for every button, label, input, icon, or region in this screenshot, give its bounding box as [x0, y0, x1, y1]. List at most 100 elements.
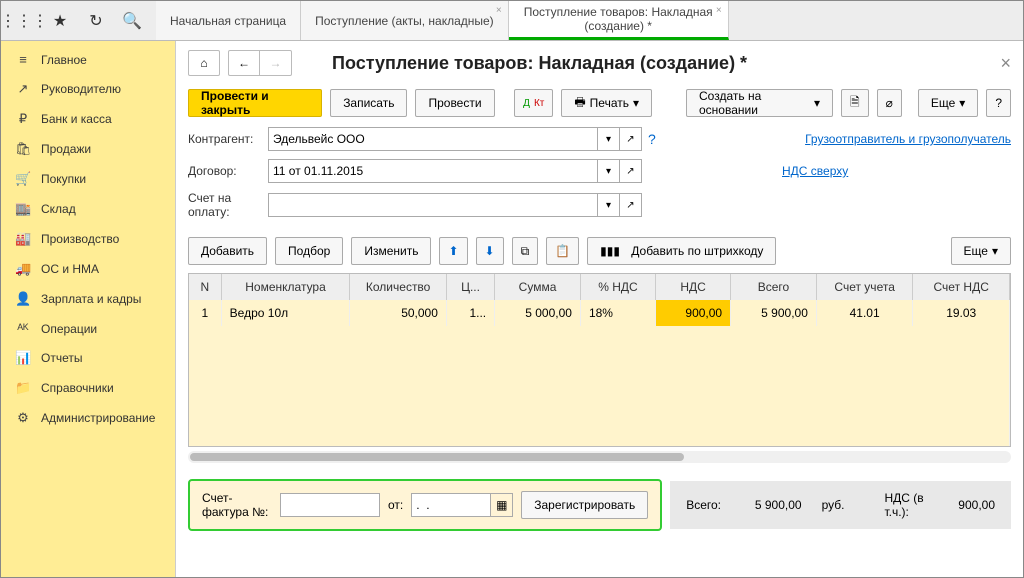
sidebar-item-main[interactable]: ≡Главное — [1, 45, 175, 74]
shipper-link[interactable]: Грузоотправитель и грузополучатель — [805, 132, 1011, 146]
bag-icon: 🛍 — [15, 141, 31, 157]
print-label: Печать — [590, 96, 629, 110]
h-scrollbar[interactable] — [188, 451, 1011, 463]
account-label: Счет на оплату: — [188, 191, 268, 219]
paste-icon: 📋 — [555, 244, 570, 258]
search-icon[interactable]: 🔍 — [123, 12, 141, 30]
arrow-left-icon: ← — [238, 56, 250, 70]
sidebar-item-manager[interactable]: ↗Руководителю — [1, 74, 175, 104]
copy-button[interactable]: ⧉ — [512, 237, 539, 265]
add-row-button[interactable]: Добавить — [188, 237, 267, 265]
counterparty-input[interactable] — [268, 127, 598, 151]
col-price: Ц... — [446, 274, 494, 300]
sidebar-item-assets[interactable]: 🚚ОС и НМА — [1, 254, 175, 284]
cell-qty: 50,000 — [350, 300, 447, 326]
open-button[interactable]: ↗ — [620, 159, 642, 183]
sidebar-item-payroll[interactable]: 👤Зарплата и кадры — [1, 284, 175, 314]
invoice-box: Счет-фактура №: от: ▦ Зарегистрировать — [188, 479, 662, 531]
barcode-icon: ▮▮▮ — [600, 244, 620, 258]
cart-icon: 🛒 — [15, 171, 31, 187]
sidebar-item-bank[interactable]: ₽Банк и касса — [1, 104, 175, 134]
col-acct: Счет учета — [816, 274, 913, 300]
sidebar-item-production[interactable]: 🏭Производство — [1, 224, 175, 254]
movements-button[interactable]: ДКт — [514, 89, 553, 117]
vat-mode-link[interactable]: НДС сверху — [782, 164, 848, 178]
post-and-close-button[interactable]: Провести и закрыть — [188, 89, 322, 117]
close-button[interactable]: × — [1000, 53, 1011, 74]
calendar-button[interactable]: ▦ — [491, 493, 513, 517]
open-button[interactable]: ↗ — [620, 127, 642, 151]
attach-button[interactable]: ⌀ — [877, 89, 902, 117]
open-button[interactable]: ↗ — [620, 193, 642, 217]
select-button[interactable]: Подбор — [275, 237, 343, 265]
dropdown-button[interactable]: ▾ — [598, 127, 620, 151]
help-button[interactable]: ? — [986, 89, 1011, 117]
table-row[interactable]: 1 Ведро 10л 50,000 1... 5 000,00 18% 900… — [189, 300, 1010, 326]
sidebar-label: Производство — [41, 232, 119, 246]
history-icon[interactable]: ↻ — [87, 12, 105, 30]
tab-invoice-create[interactable]: Поступление товаров: Накладная (создание… — [509, 1, 729, 40]
invoice-date-input[interactable] — [411, 493, 491, 517]
cell-n: 1 — [189, 300, 221, 326]
close-icon[interactable]: × — [716, 5, 722, 16]
folder-icon: 📁 — [15, 380, 31, 396]
sidebar-item-references[interactable]: 📁 Справочники — [1, 373, 175, 403]
sidebar-label: Справочники — [41, 381, 114, 395]
close-icon[interactable]: × — [496, 5, 502, 16]
forward-button[interactable]: → — [260, 50, 292, 76]
tab-label: Начальная страница — [170, 14, 286, 28]
register-button[interactable]: Зарегистрировать — [521, 491, 648, 519]
account-input[interactable] — [268, 193, 598, 217]
tab-home[interactable]: Начальная страница — [156, 1, 301, 40]
apps-icon[interactable]: ⋮⋮⋮ — [15, 12, 33, 30]
paste-button[interactable]: 📋 — [546, 237, 579, 265]
copy-icon: ⧉ — [521, 244, 530, 259]
sidebar-item-operations[interactable]: ᴬᴷОперации — [1, 314, 175, 343]
sidebar-label: ОС и НМА — [41, 262, 99, 276]
cell-vat[interactable]: 900,00 — [656, 300, 731, 326]
more-button[interactable]: Еще▾ — [918, 89, 978, 117]
move-down-button[interactable]: ⬇ — [476, 237, 504, 265]
dropdown-button[interactable]: ▾ — [598, 193, 620, 217]
sidebar-label: Банк и касса — [41, 112, 112, 126]
sidebar-item-sales[interactable]: 🛍Продажи — [1, 134, 175, 164]
items-table: N Номенклатура Количество Ц... Сумма % Н… — [188, 273, 1011, 447]
print-button[interactable]: 🖶Печать▾ — [561, 89, 652, 117]
arrow-up-icon: ⬆ — [448, 244, 458, 258]
back-button[interactable]: ← — [228, 50, 260, 76]
content: ⌂ ← → Поступление товаров: Накладная (со… — [176, 41, 1023, 577]
tabs: Начальная страница Поступление (акты, на… — [156, 1, 1023, 40]
chevron-down-icon: ▾ — [814, 96, 820, 110]
invoice-no-label: Счет-фактура №: — [202, 491, 272, 519]
currency-label: руб. — [822, 498, 845, 512]
edit-button[interactable]: Изменить — [351, 237, 431, 265]
table-more-button[interactable]: Еще▾ — [951, 237, 1011, 265]
tab-label: Поступление (акты, накладные) — [315, 14, 494, 28]
save-button[interactable]: Записать — [330, 89, 407, 117]
more-label: Еще — [931, 96, 955, 110]
sidebar-item-admin[interactable]: ⚙Администрирование — [1, 403, 175, 433]
dk-icon: ᴬᴷ — [15, 321, 31, 336]
col-nom: Номенклатура — [221, 274, 350, 300]
scroll-thumb[interactable] — [190, 453, 684, 461]
post-button[interactable]: Провести — [415, 89, 494, 117]
dropdown-button[interactable]: ▾ — [598, 159, 620, 183]
related-docs-button[interactable]: 🗎 — [841, 89, 869, 117]
sidebar-item-purchases[interactable]: 🛒Покупки — [1, 164, 175, 194]
invoice-no-input[interactable] — [280, 493, 380, 517]
move-up-button[interactable]: ⬆ — [439, 237, 467, 265]
cell-price: 1... — [446, 300, 494, 326]
star-icon[interactable]: ★ — [51, 12, 69, 30]
help-icon[interactable]: ? — [648, 131, 656, 147]
main-toolbar: Провести и закрыть Записать Провести ДКт… — [176, 85, 1023, 127]
cob-label: Создать на основании — [699, 89, 810, 117]
col-n: N — [189, 274, 221, 300]
tab-receipts[interactable]: Поступление (акты, накладные)× — [301, 1, 509, 40]
create-on-basis-button[interactable]: Создать на основании ▾ — [686, 89, 833, 117]
paperclip-icon: ⌀ — [886, 96, 893, 110]
sidebar-item-reports[interactable]: 📊Отчеты — [1, 343, 175, 373]
sidebar-item-warehouse[interactable]: 🏬Склад — [1, 194, 175, 224]
add-by-barcode-button[interactable]: ▮▮▮ Добавить по штрихкоду — [587, 237, 776, 265]
contract-input[interactable] — [268, 159, 598, 183]
home-button[interactable]: ⌂ — [188, 50, 220, 76]
